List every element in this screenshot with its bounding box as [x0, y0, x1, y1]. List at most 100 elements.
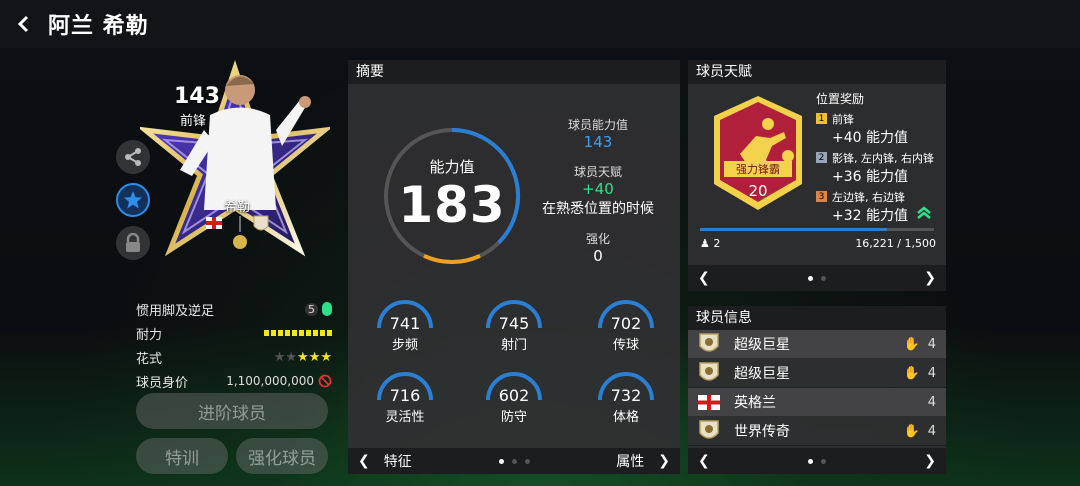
foot-row: 惯用脚及逆足 5 — [136, 297, 332, 321]
card-rating: 143 — [174, 84, 220, 109]
stat-label: 体格 — [612, 410, 639, 425]
advance-player-button[interactable]: 进阶球员 — [136, 393, 328, 429]
share-icon — [125, 148, 141, 166]
skill-label: 花式 — [136, 351, 163, 367]
player-info-footer: ❮ ❯ — [688, 448, 946, 474]
player-info-panel: 球员信息 超级巨星 ✋ 4 超级巨星 ✋ 4 英格兰 4 世界传奇 ✋ 4 ❮ … — [688, 306, 946, 474]
talent-progress-bar — [700, 228, 934, 231]
ability-value: 143 — [583, 133, 613, 151]
stat-label: 传球 — [612, 338, 639, 353]
person-icon: ♟ — [700, 237, 710, 250]
summary-title: 摘要 — [348, 60, 680, 84]
stat-agility: 716 灵活性 — [373, 370, 437, 432]
overall-gauge: 能力值 183 — [380, 124, 524, 268]
talent-progress-text: 16,221 / 1,500 — [855, 237, 936, 250]
bonus-item: 2 影锋, 左内锋, 右内锋 — [816, 150, 948, 166]
stat-physical: 732 体格 — [594, 370, 658, 432]
position-bonus-head: 位置奖励 — [816, 92, 865, 106]
stat-label: 防守 — [500, 410, 527, 425]
next-arrow-icon[interactable]: ❯ — [924, 453, 936, 469]
stat-pace: 741 步频 — [373, 298, 437, 360]
talent-panel: 球员天赋 强力锋霸 20 位置奖励 1 前锋 +40 能力值 2 影锋, 左内锋… — [688, 60, 946, 291]
overall-label: 能力值 — [429, 158, 475, 176]
traits-tab[interactable]: 特征 — [384, 451, 412, 471]
hand-icon: ✋ — [903, 423, 920, 439]
page-dots — [808, 458, 826, 464]
badge-icon — [698, 419, 726, 443]
enhance-label: 强化 — [585, 232, 610, 246]
player-card[interactable]: 143 前锋 希勒 — [136, 59, 334, 275]
card-position: 前锋 — [180, 114, 207, 129]
top-bar: 阿兰 希勒 — [0, 0, 1080, 48]
foot-label: 惯用脚及逆足 — [136, 303, 215, 319]
talent-label: 球员天赋 — [573, 165, 622, 179]
stamina-row: 耐力 — [136, 321, 332, 345]
talent-description: 在熟悉位置的时候 — [542, 201, 654, 217]
lock-icon — [126, 233, 140, 252]
prev-arrow-icon[interactable]: ❮ — [698, 270, 710, 286]
bonus-value: +40 能力值 — [832, 130, 908, 146]
ability-label: 球员能力值 — [567, 118, 628, 132]
stat-shooting: 745 射门 — [482, 298, 546, 360]
enhance-value: 0 — [593, 247, 603, 265]
attributes-tab[interactable]: 属性 — [616, 451, 644, 471]
bonus-item: 1 前锋 — [816, 111, 948, 127]
next-arrow-icon[interactable]: ❯ — [924, 270, 936, 286]
summary-panel: 摘要 能力值 183 球员能力值 143 球员天赋 +40 在熟悉位置的时候 强… — [348, 60, 680, 474]
stamina-label: 耐力 — [136, 327, 163, 343]
page-title: 阿兰 希勒 — [48, 14, 149, 39]
stat-passing: 702 传球 — [594, 298, 658, 360]
bonus-value: +36 能力值 — [832, 169, 908, 185]
card-star-frame — [136, 59, 334, 257]
stat-label: 步频 — [391, 338, 418, 353]
stat-value: 716 — [389, 386, 421, 405]
stat-value: 745 — [498, 314, 530, 333]
stat-label: 射门 — [500, 338, 527, 353]
stat-label: 灵活性 — [385, 410, 425, 425]
list-item[interactable]: 世界传奇 ✋ 4 — [688, 417, 946, 446]
page-dots — [808, 275, 826, 281]
england-flag-icon — [698, 394, 726, 410]
badge-icon — [698, 332, 726, 356]
star-icon — [124, 191, 142, 209]
summary-footer: ❮ 特征 属性 ❯ — [348, 448, 680, 474]
next-arrow-icon[interactable]: ❯ — [658, 453, 670, 469]
skill-stars: ★★★★★ — [273, 349, 332, 365]
foot-value: 5 — [305, 302, 318, 316]
talent-count: ♟ 2 — [700, 237, 721, 250]
foot-icon — [322, 302, 332, 316]
prev-arrow-icon[interactable]: ❮ — [358, 453, 370, 469]
player-attributes: 惯用脚及逆足 5 耐力 花式 ★★★★★ 球员身价 1,100,000,000 — [136, 297, 332, 393]
share-button[interactable] — [116, 140, 150, 174]
hand-icon: ✋ — [903, 336, 920, 352]
page-dots — [498, 458, 530, 464]
player-info-list: 超级巨星 ✋ 4 超级巨星 ✋ 4 英格兰 4 世界传奇 ✋ 4 — [688, 330, 946, 446]
upgrade-arrow-icon — [917, 206, 931, 219]
stamina-bar — [264, 330, 332, 336]
skill-row: 花式 ★★★★★ — [136, 345, 332, 369]
stat-value: 741 — [389, 314, 421, 333]
stat-defending: 602 防守 — [482, 370, 546, 432]
hand-icon: ✋ — [903, 365, 920, 381]
bonus-item: 3 左边锋, 右边锋 — [816, 189, 948, 205]
value-label: 球员身价 — [136, 375, 189, 391]
list-item[interactable]: 超级巨星 ✋ 4 — [688, 330, 946, 359]
stat-value: 732 — [610, 386, 642, 405]
prev-arrow-icon[interactable]: ❮ — [698, 453, 710, 469]
favorite-button[interactable] — [116, 183, 150, 217]
enhance-player-button[interactable]: 强化球员 — [236, 438, 328, 474]
back-arrow-icon[interactable] — [0, 0, 48, 48]
stat-value: 702 — [610, 314, 642, 333]
badge-level: 20 — [748, 182, 768, 200]
talent-value: +40 — [582, 180, 614, 198]
player-value: 1,100,000,000 — [226, 374, 314, 388]
summary-details: 球员能力值 143 球员天赋 +40 在熟悉位置的时候 强化 0 — [538, 116, 658, 265]
badge-name: 强力锋霸 — [736, 163, 780, 176]
overall-value: 183 — [398, 176, 506, 234]
lock-button[interactable] — [116, 226, 150, 260]
list-item[interactable]: 英格兰 4 — [688, 388, 946, 417]
talent-title: 球员天赋 — [688, 60, 946, 84]
badge-icon — [698, 361, 726, 385]
train-button[interactable]: 特训 — [136, 438, 228, 474]
list-item[interactable]: 超级巨星 ✋ 4 — [688, 359, 946, 388]
